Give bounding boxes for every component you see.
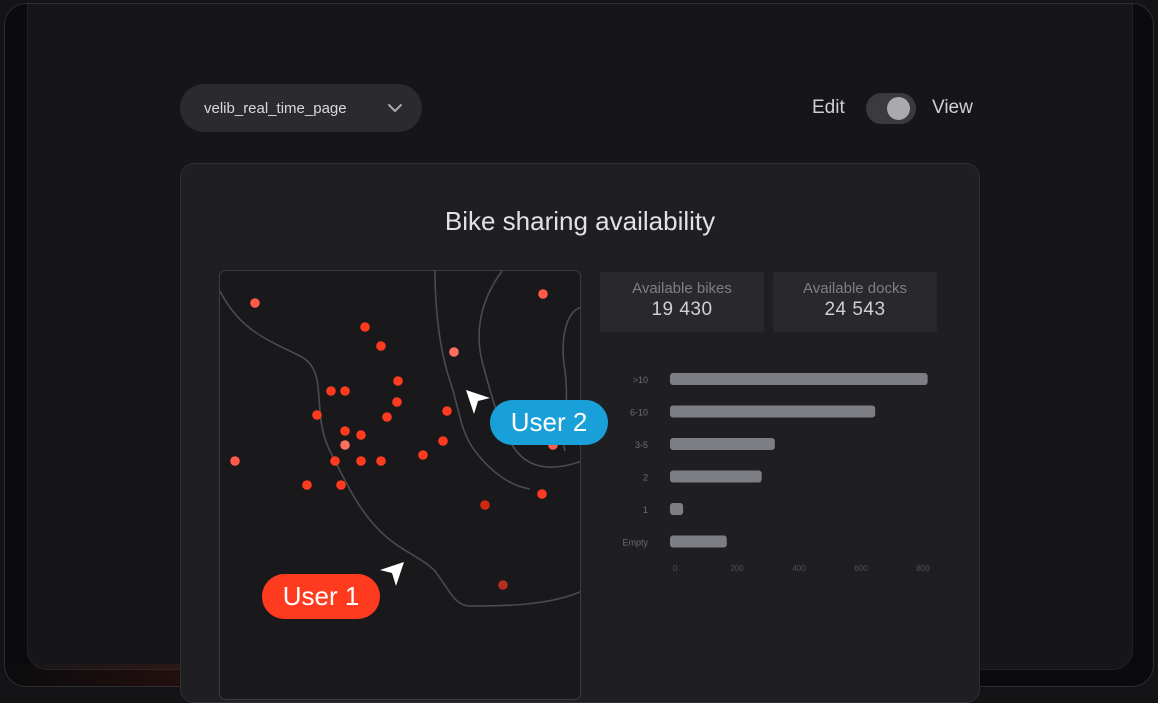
bar-category-label: 3-5 bbox=[635, 440, 648, 450]
map-station-dot bbox=[376, 341, 386, 351]
bar-mark bbox=[670, 373, 928, 385]
x-tick-label: 400 bbox=[792, 564, 806, 573]
bar-category-label: 6-10 bbox=[630, 408, 648, 418]
map-road bbox=[434, 271, 531, 490]
bar-mark bbox=[670, 503, 684, 515]
map-station-dot bbox=[449, 347, 459, 357]
bar-mark bbox=[670, 405, 876, 418]
map-station-dot bbox=[230, 456, 240, 466]
map-station-dot bbox=[340, 426, 350, 436]
user-2-tag: User 2 bbox=[490, 400, 608, 445]
map-station-dot bbox=[340, 440, 350, 450]
map-station-dot bbox=[438, 436, 448, 446]
map-station-dot bbox=[312, 410, 322, 420]
map-station-dot bbox=[340, 386, 350, 396]
map-station-dot bbox=[376, 456, 386, 466]
map-road bbox=[220, 290, 580, 607]
map-station-dot bbox=[326, 386, 336, 396]
user-1-cursor-icon bbox=[380, 562, 404, 586]
map-station-dot bbox=[537, 489, 547, 499]
bar-mark bbox=[670, 470, 762, 483]
kpi-label: Available bikes bbox=[632, 280, 732, 297]
map-station-dot bbox=[336, 480, 346, 490]
bar-category-label: Empty bbox=[622, 538, 648, 548]
bar-category-label: 2 bbox=[643, 473, 648, 483]
availability-bar-chart: >10 6-10 3-5 2 1 Empty 0 200 400 600 800 bbox=[622, 373, 930, 573]
bar-mark bbox=[670, 535, 727, 548]
kpi-value: 24 543 bbox=[824, 299, 886, 320]
map-station-dot bbox=[250, 298, 260, 308]
edit-view-toggle[interactable] bbox=[866, 93, 916, 124]
page-select-value: velib_real_time_page bbox=[204, 99, 347, 117]
chevron-down-icon bbox=[388, 104, 402, 112]
kpi-available-bikes: Available bikes 19 430 bbox=[600, 272, 764, 332]
user-2-cursor-icon bbox=[466, 390, 490, 414]
map-station-dot bbox=[356, 456, 366, 466]
map-station-dot bbox=[393, 376, 403, 386]
map-station-dot bbox=[538, 289, 548, 299]
map-station-dot bbox=[382, 412, 392, 422]
x-tick-label: 0 bbox=[673, 564, 678, 573]
edit-label: Edit bbox=[812, 97, 845, 118]
bar-category-label: 1 bbox=[643, 505, 648, 515]
page-select[interactable]: velib_real_time_page bbox=[180, 84, 422, 132]
map-station-dot bbox=[356, 430, 366, 440]
view-label: View bbox=[932, 97, 973, 118]
map-station-dot bbox=[302, 480, 312, 490]
kpi-label: Available docks bbox=[803, 280, 907, 297]
map-station-dot bbox=[498, 580, 508, 590]
map-station-dot bbox=[360, 322, 370, 332]
card-title: Bike sharing availability bbox=[444, 206, 716, 236]
bar-mark bbox=[670, 438, 775, 450]
user-1-tag: User 1 bbox=[262, 574, 380, 619]
x-tick-label: 200 bbox=[730, 564, 744, 573]
bar-category-label: >10 bbox=[633, 375, 648, 385]
toggle-knob bbox=[887, 97, 910, 120]
map-station-dot bbox=[442, 406, 452, 416]
map-station-dot bbox=[330, 456, 340, 466]
x-tick-label: 600 bbox=[854, 564, 868, 573]
x-tick-label: 800 bbox=[916, 564, 930, 573]
map-station-dot bbox=[392, 397, 402, 407]
map-station-dot bbox=[480, 500, 490, 510]
map-widget[interactable] bbox=[219, 270, 581, 700]
map-station-dot bbox=[418, 450, 428, 460]
kpi-available-docks: Available docks 24 543 bbox=[773, 272, 937, 332]
kpi-value: 19 430 bbox=[651, 299, 713, 320]
map-svg bbox=[220, 271, 580, 607]
